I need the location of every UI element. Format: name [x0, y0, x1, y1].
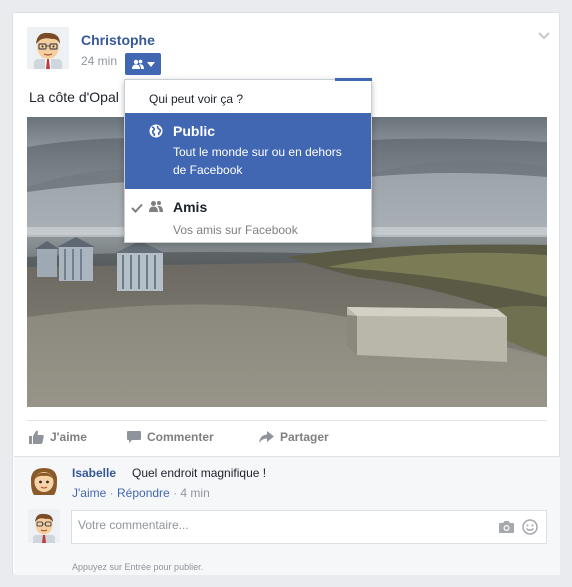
friends-icon — [131, 59, 144, 69]
comments-section: Isabelle Quel endroit magnifique ! J'aim… — [14, 456, 560, 575]
audience-menu-header: Qui peut voir ça ? — [149, 92, 244, 106]
comment-button[interactable]: Commenter — [127, 430, 214, 444]
like-button[interactable]: J'aime — [29, 430, 87, 444]
audience-selector-button[interactable] — [125, 53, 161, 75]
post-card: Christophe 24 min La côte d'Opal Qui peu… — [12, 12, 560, 575]
commenter-avatar[interactable] — [28, 465, 60, 497]
post-timestamp[interactable]: 24 min — [81, 54, 117, 68]
speech-bubble-icon — [127, 430, 141, 443]
comment-like-link[interactable]: J'aime — [72, 486, 106, 500]
check-icon — [131, 203, 143, 213]
comment-text: Quel endroit magnifique ! — [132, 466, 267, 480]
comment-reply-link[interactable]: Répondre — [117, 486, 170, 500]
composer-hint: Appuyez sur Entrée pour publier. — [72, 562, 204, 572]
chevron-down-icon — [146, 61, 155, 67]
camera-icon[interactable] — [499, 520, 514, 533]
comment-composer — [71, 510, 547, 544]
audience-option-amis-description: Vos amis sur Facebook — [173, 223, 298, 237]
post-options-chevron-icon[interactable] — [537, 31, 551, 41]
comment-meta-separator: · — [109, 486, 114, 500]
audience-option-public[interactable]: Public Tout le monde sur ou en dehors de… — [125, 113, 371, 189]
emoji-icon[interactable] — [522, 519, 538, 535]
comment-input[interactable] — [78, 518, 478, 532]
post-author-name[interactable]: Christophe — [81, 32, 155, 48]
globe-icon — [149, 124, 163, 138]
like-button-label: J'aime — [50, 430, 87, 444]
comment-author-name[interactable]: Isabelle — [72, 466, 116, 480]
share-button[interactable]: Partager — [259, 430, 329, 444]
audience-option-amis-title: Amis — [173, 199, 208, 215]
post-text: La côte d'Opal — [29, 89, 119, 105]
audience-option-public-description: Tout le monde sur ou en dehors de Facebo… — [173, 145, 342, 177]
friends-icon — [149, 201, 163, 212]
audience-option-public-title: Public — [173, 123, 216, 139]
author-avatar[interactable] — [27, 27, 69, 69]
audience-dropdown-menu: Qui peut voir ça ? Public Tout le monde … — [124, 78, 372, 243]
action-bar-divider — [27, 420, 547, 421]
dropdown-pointer — [335, 78, 372, 81]
comment-button-label: Commenter — [147, 430, 214, 444]
share-button-label: Partager — [280, 430, 329, 444]
current-user-avatar — [28, 509, 60, 543]
comment-meta: J'aime · Répondre · 4 min — [72, 486, 210, 500]
thumbs-up-icon — [29, 430, 44, 444]
audience-option-amis[interactable]: Amis Vos amis sur Facebook — [125, 189, 371, 243]
share-arrow-icon — [259, 430, 274, 443]
comment-timestamp[interactable]: 4 min — [180, 486, 209, 500]
comment-meta-separator: · — [173, 486, 178, 500]
